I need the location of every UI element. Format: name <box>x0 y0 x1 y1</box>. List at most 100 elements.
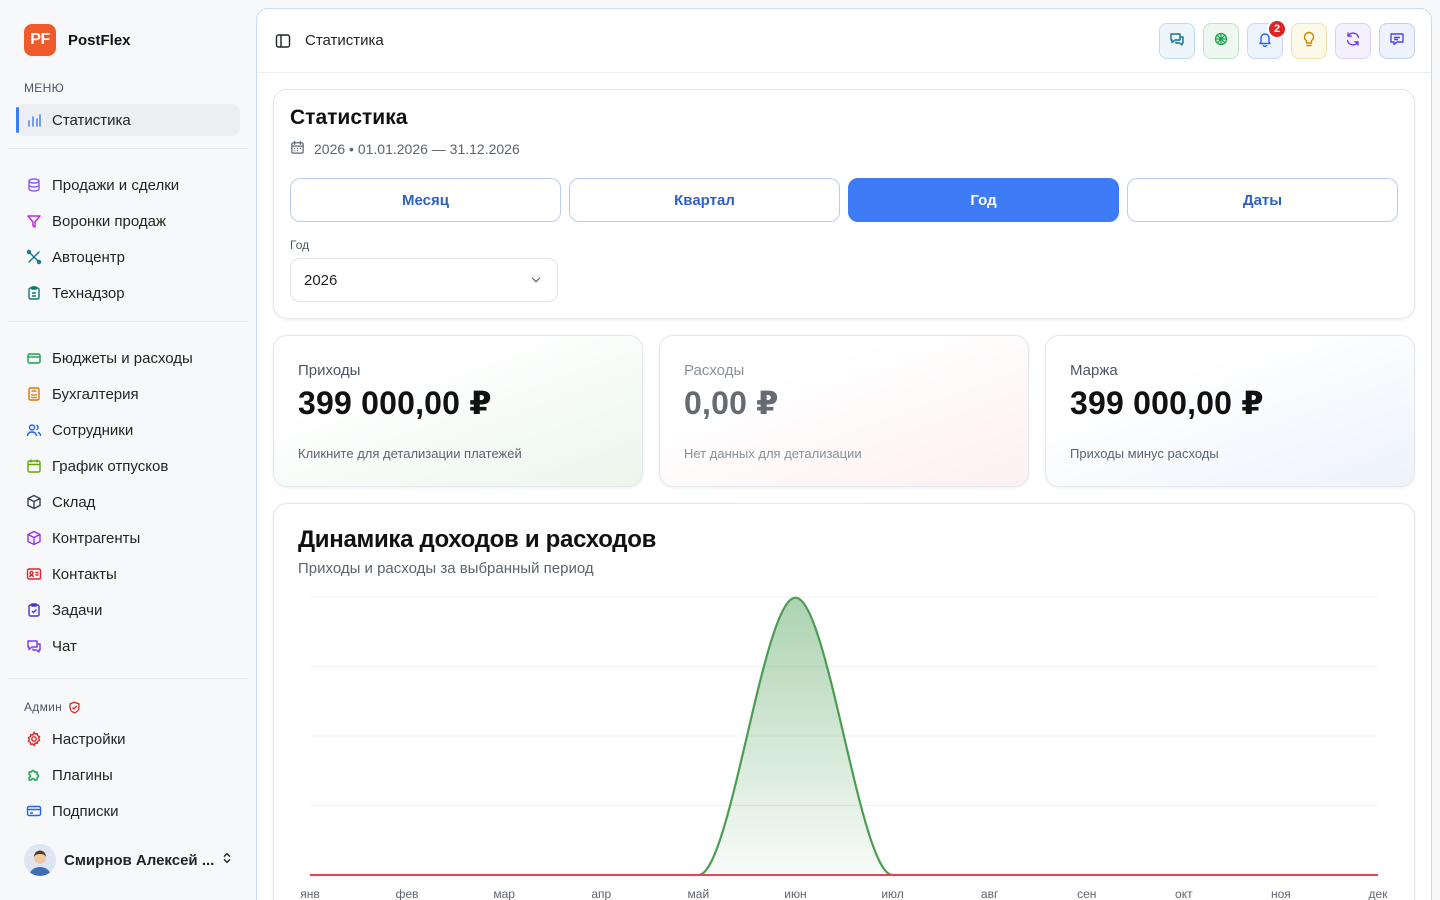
sidebar-item-budgets[interactable]: Бюджеты и расходы <box>16 342 240 374</box>
ai-assistant-button[interactable] <box>1203 23 1239 59</box>
chat-icon <box>26 638 42 654</box>
brand-logo: PF <box>24 24 56 56</box>
x-tick-label: апр <box>591 887 611 900</box>
sidebar-item-sales[interactable]: Продажи и сделки <box>16 169 240 201</box>
openai-icon <box>1213 31 1229 52</box>
sidebar-item-employees[interactable]: Сотрудники <box>16 414 240 446</box>
sidebar-item-label: Технадзор <box>52 284 125 302</box>
sidebar-item-label: Контакты <box>52 565 117 583</box>
support-chat-button[interactable] <box>1379 23 1415 59</box>
sidebar-item-label: Чат <box>52 637 77 655</box>
sidebar-item-tasks[interactable]: Задачи <box>16 594 240 626</box>
sidebar-item-warehouse[interactable]: Склад <box>16 486 240 518</box>
period-info: 2026 • 01.01.2026 — 31.12.2026 <box>290 140 520 158</box>
chat-icon <box>1169 31 1185 52</box>
package-icon <box>26 530 42 546</box>
wallet-icon <box>26 350 42 366</box>
sidebar-item-autocenter[interactable]: Автоцентр <box>16 241 240 273</box>
puzzle-icon <box>26 767 42 783</box>
messages-button[interactable] <box>1159 23 1195 59</box>
admin-section-label: Админ <box>24 700 63 714</box>
sidebar-toggle-icon[interactable] <box>275 33 291 49</box>
tab-year[interactable]: Год <box>848 178 1119 222</box>
sidebar-item-vacations[interactable]: График отпусков <box>16 450 240 482</box>
chevrons-up-down-icon <box>220 851 234 870</box>
kpi-income-card[interactable]: Приходы 399 000,00 ₽ Кликните для детали… <box>273 335 643 487</box>
sidebar-item-plugins[interactable]: Плагины <box>16 759 240 791</box>
sidebar-item-label: Плагины <box>52 766 113 784</box>
x-tick-label: сен <box>1077 887 1096 900</box>
x-tick-label: фев <box>396 887 419 900</box>
notifications-badge: 2 <box>1267 19 1287 39</box>
sidebar-item-contacts[interactable]: Контакты <box>16 558 240 590</box>
topbar: Статистика 2 <box>257 9 1431 73</box>
x-tick-label: май <box>688 887 710 900</box>
brand[interactable]: PF PostFlex <box>24 24 131 56</box>
sidebar-item-label: Контрагенты <box>52 529 141 547</box>
kpi-value: 399 000,00 ₽ <box>1070 385 1264 421</box>
sidebar-item-accounting[interactable]: Бухгалтерия <box>16 378 240 410</box>
funnel-icon <box>26 213 42 229</box>
x-tick-label: июл <box>881 887 903 900</box>
kpi-margin-card[interactable]: Маржа 399 000,00 ₽ Приходы минус расходы <box>1045 335 1415 487</box>
sidebar-item-technadzor[interactable]: Технадзор <box>16 277 240 309</box>
user-menu[interactable]: Смирнов Алексей ... <box>24 844 240 876</box>
admin-section: Админ <box>24 700 81 714</box>
breadcrumb: Статистика <box>305 32 384 49</box>
sidebar: PF PostFlex МЕНЮ Статистика Продажи и сд… <box>0 0 256 900</box>
sidebar-item-label: Бюджеты и расходы <box>52 349 193 367</box>
kpi-value: 0,00 ₽ <box>684 385 779 421</box>
kpi-hint: Кликните для детализации платежей <box>298 446 522 461</box>
year-select-value: 2026 <box>304 271 338 289</box>
chat-icon <box>1389 31 1405 52</box>
page-title: Статистика <box>290 106 408 129</box>
calendar-icon <box>290 140 305 158</box>
shield-icon <box>68 701 81 714</box>
kpi-label: Приходы <box>298 362 361 379</box>
tips-button[interactable] <box>1291 23 1327 59</box>
x-tick-label: мар <box>493 887 515 900</box>
period-text: 2026 • 01.01.2026 — 31.12.2026 <box>314 141 520 157</box>
user-name: Смирнов Алексей ... <box>64 851 215 869</box>
income-expense-chart: янв фев мар апр май июн июл авг сен окт ноя дек <box>300 596 1388 900</box>
brand-name: PostFlex <box>68 31 131 49</box>
year-select[interactable]: 2026 <box>290 258 558 302</box>
users-icon <box>26 422 42 438</box>
sidebar-item-label: Продажи и сделки <box>52 176 180 194</box>
tasks-icon <box>26 602 42 618</box>
refresh-icon <box>1345 31 1361 52</box>
sidebar-item-label: График отпусков <box>52 457 169 475</box>
sidebar-item-funnels[interactable]: Воронки продаж <box>16 205 240 237</box>
sidebar-item-chat[interactable]: Чат <box>16 630 240 662</box>
tab-quarter[interactable]: Квартал <box>569 178 840 222</box>
box-icon <box>26 494 42 510</box>
sidebar-item-label: Воронки продаж <box>52 212 167 230</box>
sidebar-item-counterparties[interactable]: Контрагенты <box>16 522 240 554</box>
notifications-button[interactable]: 2 <box>1247 19 1287 59</box>
calendar-icon <box>26 458 42 474</box>
kpi-expenses-card[interactable]: Расходы 0,00 ₽ Нет данных для детализаци… <box>659 335 1029 487</box>
sidebar-item-statistics[interactable]: Статистика <box>16 104 240 136</box>
wrench-icon <box>26 249 42 265</box>
divider <box>8 321 248 322</box>
sidebar-item-settings[interactable]: Настройки <box>16 723 240 755</box>
sidebar-item-label: Подписки <box>52 802 119 820</box>
credit-card-icon <box>26 803 42 819</box>
x-tick-label: июн <box>784 887 806 900</box>
avatar <box>24 844 56 876</box>
x-tick-label: ноя <box>1271 887 1291 900</box>
sidebar-item-subscriptions[interactable]: Подписки <box>16 795 240 827</box>
x-tick-label: янв <box>300 887 320 900</box>
lightbulb-icon <box>1301 31 1317 52</box>
x-tick-label: авг <box>981 887 999 900</box>
sidebar-item-label: Статистика <box>52 111 131 129</box>
menu-section-label: МЕНЮ <box>24 81 64 95</box>
tab-dates[interactable]: Даты <box>1127 178 1398 222</box>
sidebar-item-label: Настройки <box>52 730 126 748</box>
kpi-hint: Нет данных для детализации <box>684 446 862 461</box>
sidebar-item-label: Сотрудники <box>52 421 134 439</box>
kpi-label: Маржа <box>1070 362 1118 379</box>
tab-month[interactable]: Месяц <box>290 178 561 222</box>
kpi-label: Расходы <box>684 362 745 379</box>
refresh-button[interactable] <box>1335 23 1371 59</box>
